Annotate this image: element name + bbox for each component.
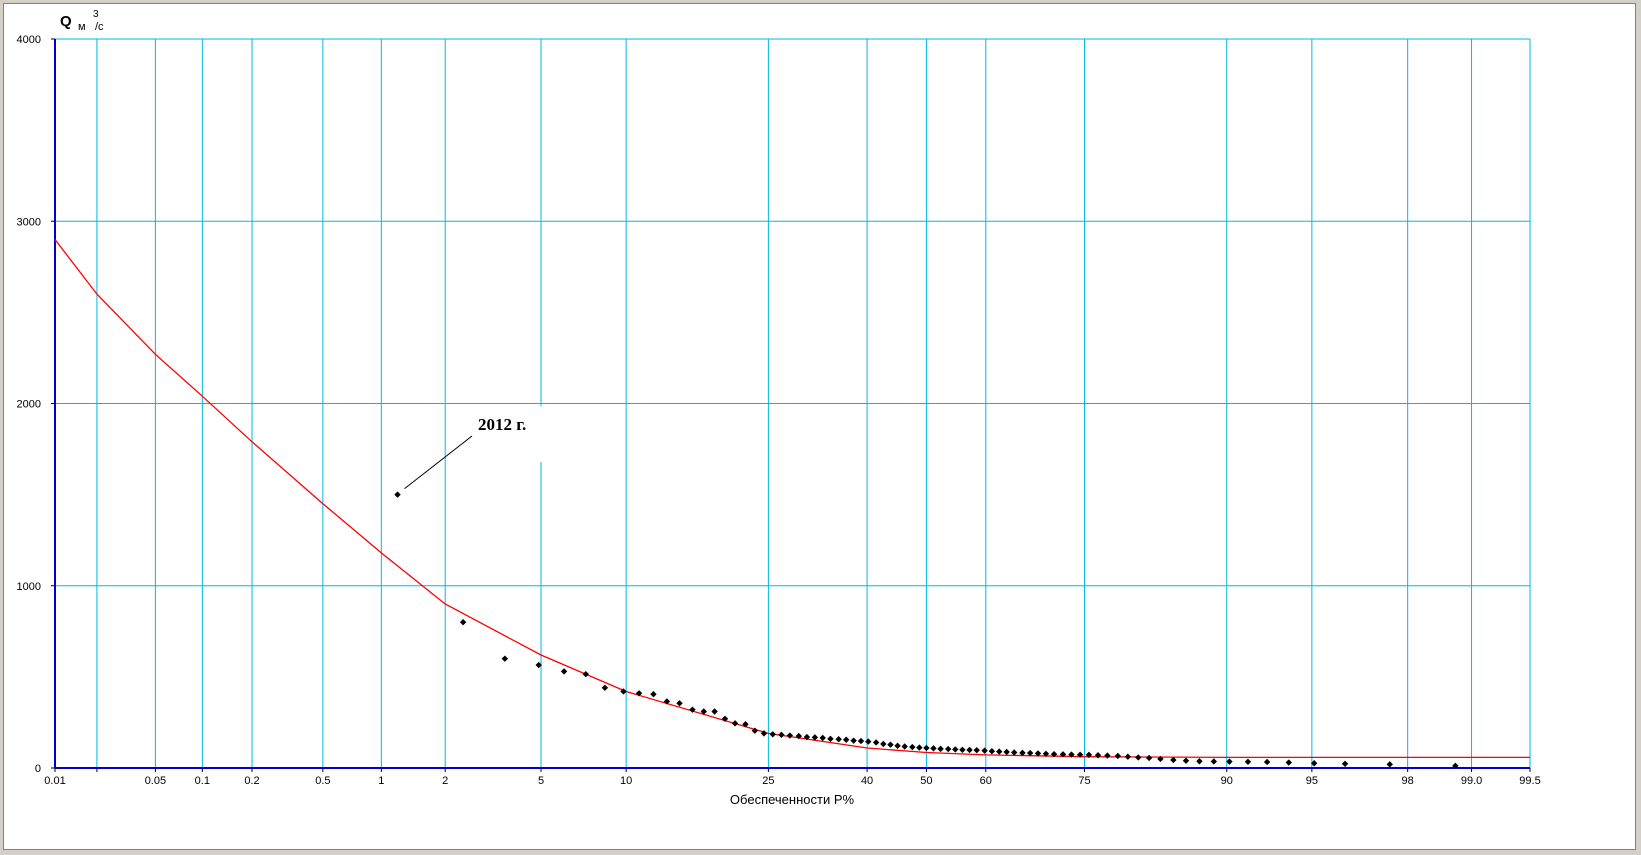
data-point [959, 746, 966, 753]
y-tick-label: 1000 [17, 581, 41, 593]
y-axis-unit-m: м [78, 21, 86, 33]
data-point [1386, 761, 1393, 768]
x-tick-label: 2 [442, 775, 448, 787]
chart-frame: 0.01 0.05 0.1 0.2 0.5 1 2 5 10 25 40 50 60 75 90 95 98 99… [3, 3, 1636, 850]
x-tick-label: 0.05 [145, 775, 166, 787]
data-point [1135, 754, 1142, 761]
data-point [819, 734, 826, 742]
data-point [966, 746, 973, 754]
data-point [1114, 752, 1122, 760]
x-tick-label: 0.2 [244, 775, 259, 787]
data-point [711, 708, 718, 715]
x-tick-label: 25 [762, 775, 774, 787]
data-point [1094, 752, 1102, 759]
data-point [1285, 759, 1292, 766]
x-tick-label: 99.5 [1519, 775, 1540, 787]
data-point [981, 747, 988, 754]
fit-curve-line [54, 239, 1530, 759]
data-point [901, 743, 908, 750]
x-tick-label: 0.01 [44, 775, 65, 787]
data-point [872, 739, 880, 746]
data-point [1003, 748, 1010, 756]
data-point [857, 737, 865, 745]
data-point [944, 745, 952, 753]
label-layer: Q м 3 /с Обеспеченности P% [60, 9, 854, 807]
data-point [1145, 754, 1153, 762]
annotation-layer: 2012 г. [404, 406, 548, 490]
y-tick-label: 0 [35, 763, 41, 775]
y-tick-label: 4000 [17, 34, 41, 46]
data-point [1244, 758, 1252, 766]
fit-curve-layer [54, 239, 1530, 759]
y-axis-unit-exp: 3 [93, 9, 99, 20]
data-point [769, 731, 776, 738]
data-point [988, 748, 996, 755]
data-point [459, 619, 467, 626]
data-point [1210, 758, 1218, 765]
data-point [582, 670, 589, 678]
data-point [930, 745, 937, 752]
x-tick-label: 90 [1221, 775, 1233, 787]
data-point [786, 732, 794, 739]
data-point [850, 737, 857, 744]
data-point [1341, 760, 1349, 768]
x-tick-label: 40 [861, 775, 873, 787]
x-tick-label: 0.1 [195, 775, 210, 787]
data-point [865, 738, 872, 745]
data-point [676, 700, 683, 707]
data-point [952, 746, 959, 753]
data-point [996, 748, 1003, 755]
probability-chart: 0.01 0.05 0.1 0.2 0.5 1 2 5 10 25 40 50 60 75 90 95 98 99… [17, 9, 1541, 807]
x-tick-label: 60 [980, 775, 992, 787]
data-point [1182, 757, 1190, 764]
data-point [1124, 753, 1132, 760]
x-tick-label: 95 [1306, 775, 1318, 787]
data-point [842, 736, 850, 743]
data-point [501, 655, 509, 662]
grid-layer [54, 38, 1531, 769]
data-point [650, 690, 657, 698]
x-tick-label: 0.5 [315, 775, 330, 787]
data-point [973, 746, 980, 754]
x-tick-label: 1 [378, 775, 384, 787]
x-tick-label: 5 [538, 775, 544, 787]
x-tick-label: 50 [920, 775, 932, 787]
data-point [1104, 752, 1111, 759]
y-tick-label: 3000 [17, 216, 41, 228]
y-axis-title: Q [60, 13, 72, 30]
annotation-label: 2012 г. [478, 415, 526, 434]
data-point [394, 491, 401, 498]
data-point [778, 731, 785, 739]
data-point [601, 684, 609, 692]
data-point [560, 668, 568, 675]
x-tick-label: 98 [1402, 775, 1414, 787]
data-point [916, 744, 923, 751]
data-point [887, 741, 894, 748]
annotation-leader-line [404, 435, 473, 490]
x-axis-title: Обеспеченности P% [730, 792, 855, 807]
x-tick-label: 75 [1078, 775, 1090, 787]
data-point [731, 720, 739, 727]
data-point [827, 735, 834, 743]
x-tick-label: 10 [620, 775, 632, 787]
data-point [909, 743, 916, 751]
y-axis-unit-s: /с [95, 21, 104, 33]
y-tick-label: 2000 [17, 399, 41, 411]
data-point [923, 744, 930, 752]
data-point [1263, 758, 1271, 766]
data-point [894, 742, 901, 749]
data-point [880, 740, 887, 748]
data-point [1196, 758, 1203, 765]
x-tick-label: 99.0 [1461, 775, 1482, 787]
data-point [937, 745, 944, 753]
data-point [835, 736, 842, 743]
